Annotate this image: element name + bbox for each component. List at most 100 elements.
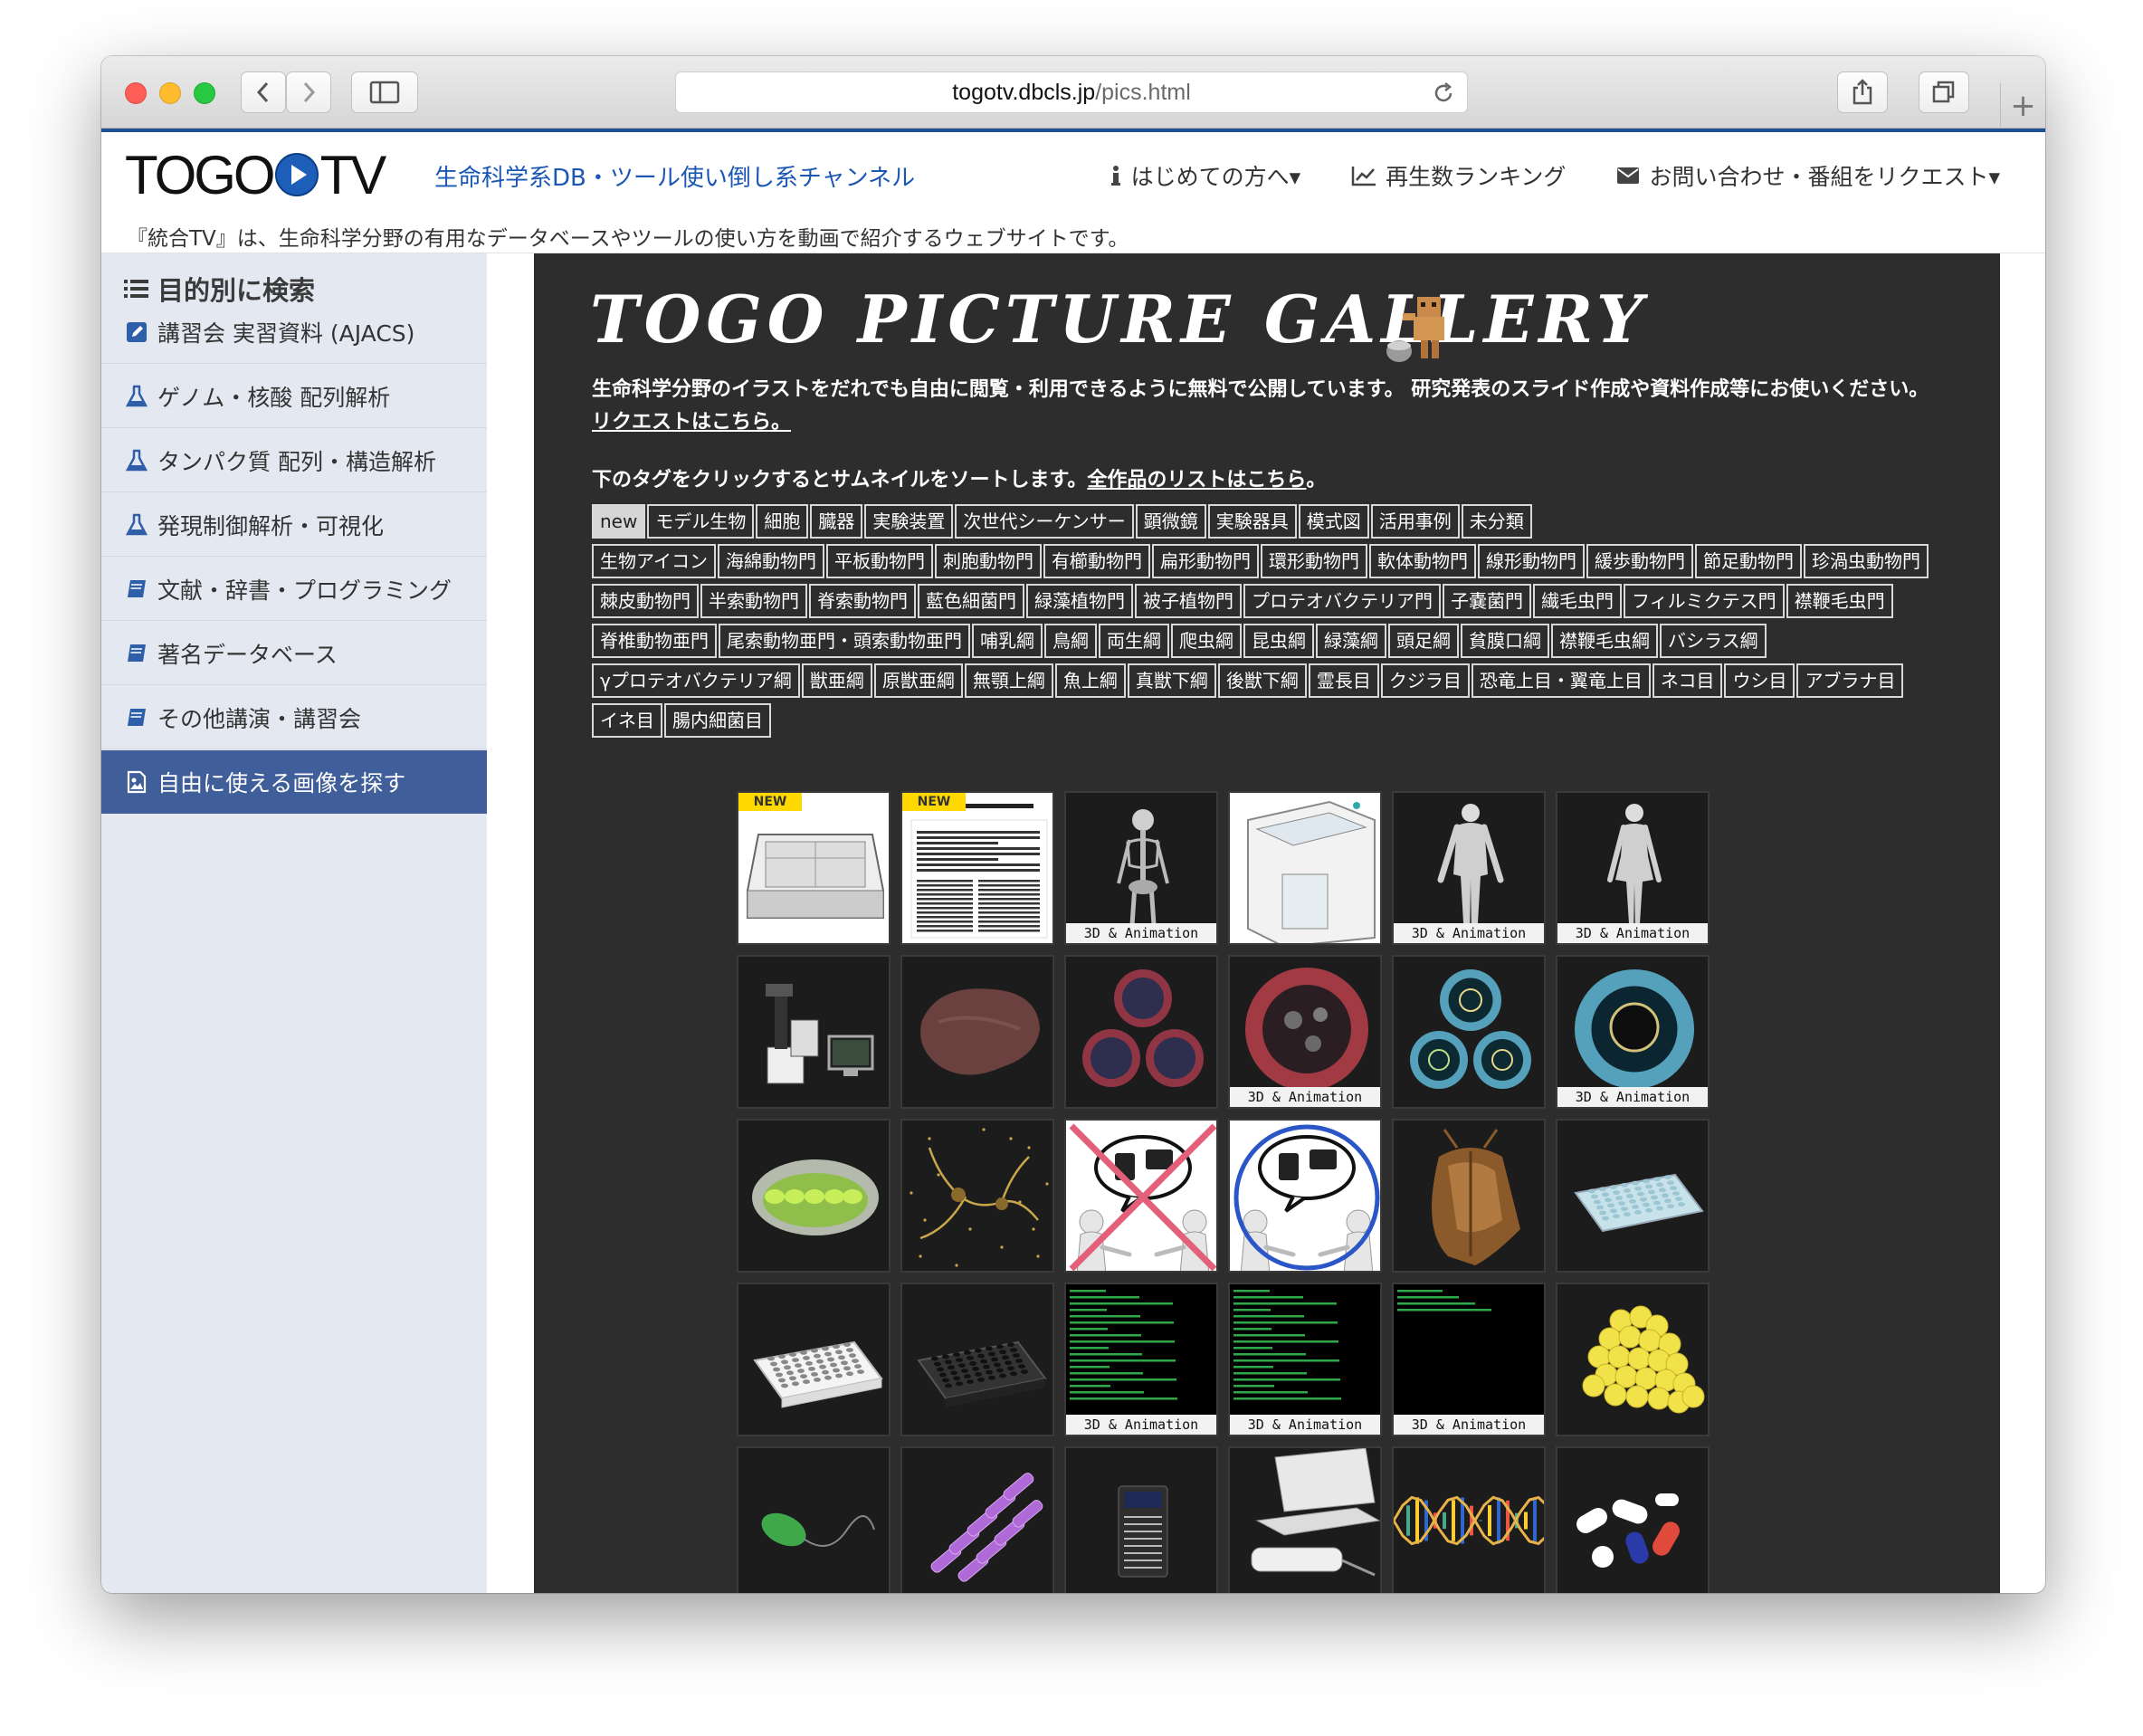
gallery-thumbnail[interactable]: 3D & Animation	[1556, 955, 1710, 1109]
tag-button[interactable]: モデル生物	[647, 504, 755, 539]
tag-button[interactable]: 後獣下綱	[1217, 663, 1307, 698]
sidebar-item-4[interactable]: 発現制御解析・可視化	[101, 493, 487, 557]
tag-button[interactable]: new	[592, 504, 646, 539]
tag-button[interactable]: 獣亜綱	[801, 663, 872, 698]
gallery-thumbnail[interactable]	[1556, 1283, 1710, 1436]
gallery-thumbnail[interactable]: 3D & Animation	[1228, 1283, 1382, 1436]
sidebar-toggle-button[interactable]	[351, 72, 418, 113]
tag-button[interactable]: 爬虫綱	[1171, 624, 1242, 658]
nav-ranking[interactable]: 再生数ランキング	[1351, 159, 1566, 192]
all-works-link[interactable]: 全作品のリストはこちら	[1087, 469, 1306, 491]
tag-button[interactable]: 模式図	[1298, 504, 1369, 539]
gallery-thumbnail[interactable]	[1064, 1446, 1218, 1593]
tag-button[interactable]: γプロテオバクテリア綱	[592, 663, 800, 698]
tag-button[interactable]: 平板動物門	[826, 544, 933, 578]
tag-button[interactable]: 活用事例	[1370, 504, 1460, 539]
gallery-thumbnail[interactable]: NEW	[737, 791, 891, 945]
tag-button[interactable]: 襟鞭毛虫門	[1786, 584, 1893, 618]
gallery-thumbnail[interactable]: 3D & Animation	[1392, 791, 1546, 945]
tag-button[interactable]: ネコ目	[1652, 663, 1723, 698]
tag-button[interactable]: 脊索動物門	[809, 584, 916, 618]
sidebar-item-8[interactable]: 自由に使える画像を探す	[101, 750, 487, 814]
gallery-thumbnail[interactable]	[1392, 1446, 1546, 1593]
share-button[interactable]	[1837, 72, 1888, 113]
tag-button[interactable]: 環形動物門	[1261, 544, 1367, 578]
tag-button[interactable]: 珍渦虫動物門	[1804, 544, 1929, 578]
tag-button[interactable]: 藍色細菌門	[918, 584, 1024, 618]
tag-button[interactable]: 恐竜上目・翼竜上目	[1471, 663, 1651, 698]
sidebar-item-3[interactable]: タンパク質 配列・構造解析	[101, 429, 487, 492]
site-tagline[interactable]: 生命科学系DB・ツール使い倒し系チャンネル	[434, 159, 915, 193]
nav-first-time[interactable]: はじめての方へ▾	[1110, 159, 1300, 192]
tag-button[interactable]: 細胞	[756, 504, 809, 539]
gallery-thumbnail[interactable]	[737, 1283, 891, 1436]
gallery-thumbnail[interactable]	[1064, 1119, 1218, 1273]
tag-button[interactable]: 真獣下綱	[1127, 663, 1216, 698]
tag-button[interactable]: クジラ目	[1380, 663, 1470, 698]
tag-button[interactable]: プロテオバクテリア門	[1243, 584, 1441, 618]
nav-contact[interactable]: お問い合わせ・番組をリクエスト▾	[1616, 159, 2000, 192]
tag-button[interactable]: 尾索動物亜門・頭索動物亜門	[719, 624, 970, 658]
tag-button[interactable]: イネ目	[592, 703, 662, 738]
tag-button[interactable]: 軟体動物門	[1369, 544, 1476, 578]
tag-button[interactable]: 両生綱	[1099, 624, 1169, 658]
gallery-thumbnail[interactable]	[1556, 1446, 1710, 1593]
tag-button[interactable]: 鳥綱	[1044, 624, 1097, 658]
gallery-thumbnail[interactable]: 3D & Animation	[1064, 1283, 1218, 1436]
gallery-thumbnail[interactable]	[1392, 955, 1546, 1109]
tag-button[interactable]: 刺胞動物門	[935, 544, 1042, 578]
tag-button[interactable]: 緑藻綱	[1316, 624, 1386, 658]
gallery-thumbnail[interactable]	[1228, 791, 1382, 945]
new-tab-button[interactable]: +	[2000, 83, 2045, 129]
tag-button[interactable]: 生物アイコン	[592, 544, 716, 578]
request-link[interactable]: リクエストはこちら。	[592, 405, 791, 434]
togotv-logo[interactable]: TOGO TV	[125, 145, 386, 205]
tag-button[interactable]: 線形動物門	[1478, 544, 1585, 578]
tag-button[interactable]: 実験装置	[864, 504, 954, 539]
gallery-thumbnail[interactable]	[1064, 955, 1218, 1109]
tag-button[interactable]: 未分類	[1461, 504, 1532, 539]
gallery-thumbnail[interactable]: 3D & Animation	[1556, 791, 1710, 945]
sidebar-item-5[interactable]: 文献・辞書・プログラミング	[101, 558, 487, 621]
sidebar-item-1[interactable]: 講習会 実習資料 (AJACS)	[101, 300, 487, 364]
tag-button[interactable]: 腸内細菌目	[664, 703, 771, 738]
sidebar-item-2[interactable]: ゲノム・核酸 配列解析	[101, 365, 487, 428]
back-button[interactable]	[241, 72, 286, 113]
tag-button[interactable]: 節足動物門	[1695, 544, 1802, 578]
tag-button[interactable]: 被子植物門	[1135, 584, 1242, 618]
tag-button[interactable]: 頭足綱	[1388, 624, 1459, 658]
tag-button[interactable]: 扁形動物門	[1152, 544, 1259, 578]
close-window-button[interactable]	[125, 82, 147, 104]
forward-button[interactable]	[286, 72, 331, 113]
tag-button[interactable]: アブラナ目	[1796, 663, 1904, 698]
tag-button[interactable]: 無顎上綱	[964, 663, 1053, 698]
tag-button[interactable]: 半索動物門	[700, 584, 807, 618]
tag-button[interactable]: 脊椎動物亜門	[592, 624, 717, 658]
tag-button[interactable]: 海綿動物門	[718, 544, 824, 578]
zoom-window-button[interactable]	[194, 82, 215, 104]
tag-button[interactable]: 緑藻植物門	[1026, 584, 1133, 618]
gallery-thumbnail[interactable]	[1228, 1446, 1382, 1593]
tag-button[interactable]: 襟鞭毛虫綱	[1551, 624, 1658, 658]
gallery-thumbnail[interactable]: NEW	[900, 791, 1054, 945]
reload-icon[interactable]	[1431, 81, 1456, 106]
tag-button[interactable]: 繊毛虫門	[1533, 584, 1622, 618]
tabs-overview-button[interactable]	[1919, 72, 1969, 113]
tag-button[interactable]: バシラス綱	[1660, 624, 1767, 658]
tag-button[interactable]: 実験器具	[1207, 504, 1297, 539]
tag-button[interactable]: 臓器	[810, 504, 863, 539]
gallery-thumbnail[interactable]	[1556, 1119, 1710, 1273]
tag-button[interactable]: 原獣亜綱	[873, 663, 963, 698]
tag-button[interactable]: 子嚢菌門	[1443, 584, 1531, 618]
tag-button[interactable]: フィルミクテス門	[1624, 584, 1785, 618]
tag-button[interactable]: 霊長目	[1308, 663, 1379, 698]
tag-button[interactable]: 次世代シーケンサー	[955, 504, 1134, 539]
tag-button[interactable]: 有櫛動物門	[1043, 544, 1150, 578]
gallery-thumbnail[interactable]	[900, 1283, 1054, 1436]
gallery-thumbnail[interactable]	[1228, 1119, 1382, 1273]
gallery-thumbnail[interactable]	[1392, 1119, 1546, 1273]
minimize-window-button[interactable]	[159, 82, 181, 104]
gallery-thumbnail[interactable]: 3D & Animation	[1064, 791, 1218, 945]
tag-button[interactable]: ウシ目	[1724, 663, 1795, 698]
tag-button[interactable]: 哺乳綱	[972, 624, 1043, 658]
